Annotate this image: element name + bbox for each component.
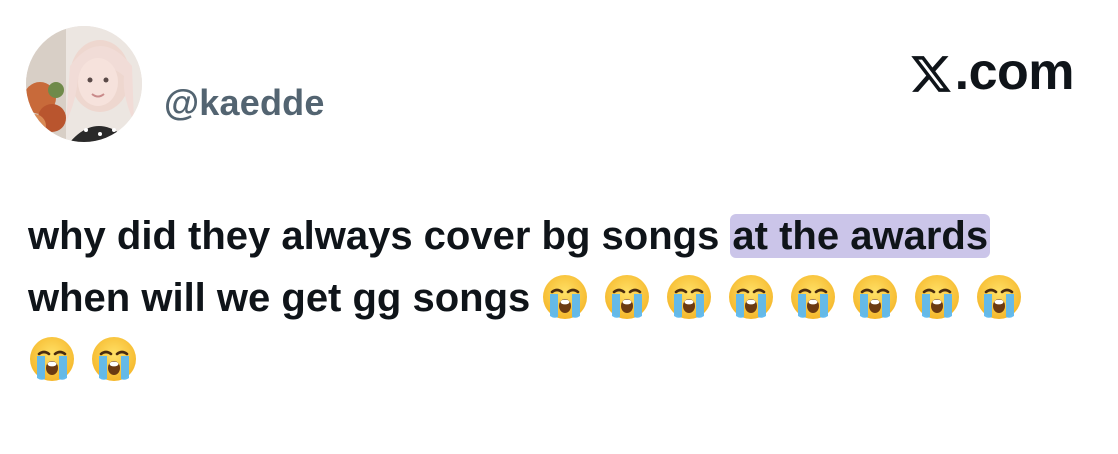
tweet-text: why did they always cover bg songs at th… (28, 205, 1098, 391)
author-handle[interactable]: @kaedde (164, 82, 325, 124)
profile-photo-avatar (26, 26, 142, 142)
loudly-crying-face-icon (603, 273, 651, 321)
loudly-crying-face-icon (541, 273, 589, 321)
loudly-crying-face-icon (851, 273, 899, 321)
tweet-text-part: when will we get gg songs (28, 276, 531, 320)
loudly-crying-face-icon (28, 335, 76, 383)
tweet-highlight: at the awards (730, 214, 991, 258)
loudly-crying-face-icon (975, 273, 1023, 321)
loudly-crying-face-icon (727, 273, 775, 321)
brand-mark: .com (909, 42, 1075, 102)
tweet-text-part: why did they always cover bg songs (28, 214, 731, 258)
loudly-crying-face-icon (789, 273, 837, 321)
loudly-crying-face-icon (90, 335, 138, 383)
x-logo-icon (910, 56, 951, 92)
loudly-crying-face-icon (665, 273, 713, 321)
brand-domain: .com (954, 43, 1075, 101)
avatar[interactable] (26, 26, 142, 142)
loudly-crying-face-icon (913, 273, 961, 321)
